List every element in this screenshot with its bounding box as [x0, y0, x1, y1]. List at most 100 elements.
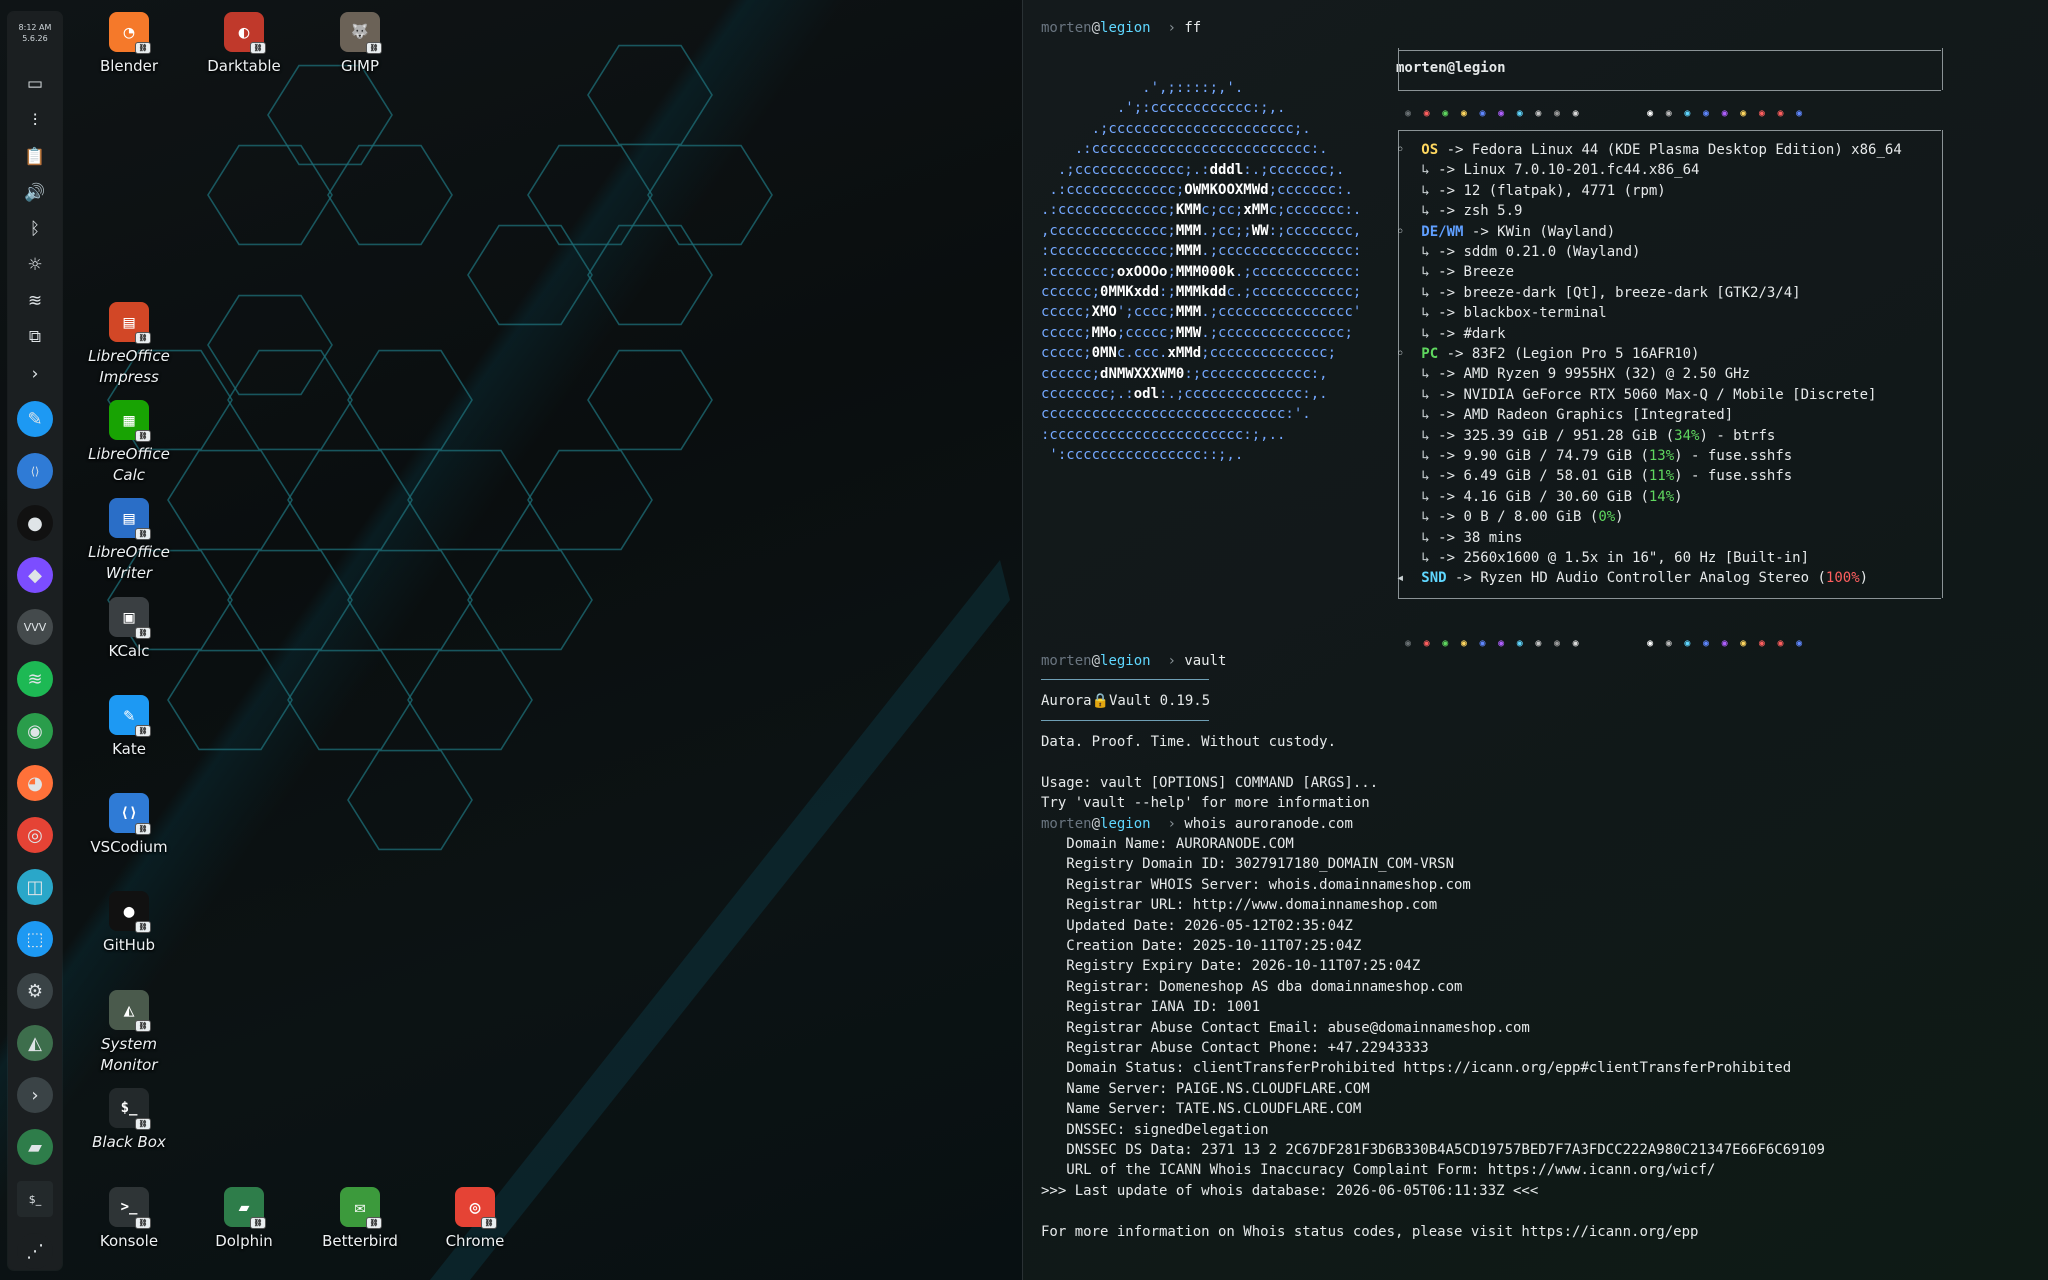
ff-info-row: ↳ -> 38 mins: [1396, 528, 1522, 548]
settings-app-icon[interactable]: ⚙: [17, 973, 53, 1009]
hexagon-decoration: [347, 749, 473, 851]
desktop-icon-chrome[interactable]: ◎ ⛓ Chrome: [420, 1187, 530, 1252]
tree-branch-icon: ↳: [1421, 407, 1439, 424]
palette-dot-icon: ◉: [1796, 638, 1815, 649]
system-monitor-app-icon[interactable]: ◭: [17, 1025, 53, 1061]
hexagon-decoration: [467, 224, 593, 326]
screenshot-app-icon[interactable]: ◫: [17, 869, 53, 905]
desktop-icon-github[interactable]: ● ⛓ GitHub: [74, 891, 184, 956]
fedora-logo-line: .',;::::;,'.: [1041, 80, 1244, 96]
github-app-icon[interactable]: ●: [17, 505, 53, 541]
terminal-window[interactable]: morten@legion › ff .',;::::;,'. .';:cccc…: [1022, 0, 2048, 1280]
clipboard-icon[interactable]: 📋: [18, 140, 52, 174]
color-palette: ◉◉◉◉◉◉◉◉◉◉ ◉◉◉◉◉◉◉◉◉: [1405, 634, 1815, 654]
desktop-icon-vscodium[interactable]: ⟨⟩ ⛓ VSCodium: [74, 793, 184, 858]
palette-dot-icon: ◉: [1684, 108, 1703, 119]
mixer-icon[interactable]: ⫶: [18, 104, 52, 138]
clock-date: 5.6.26: [22, 34, 48, 43]
tree-icon: [1396, 183, 1421, 199]
whois-line: Name Server: PAIGE.NS.CLOUDFLARE.COM: [1041, 1080, 1370, 1097]
vault-usage: Usage: vault [OPTIONS] COMMAND [ARGS]...: [1041, 775, 1379, 791]
palette-dot-icon: ◉: [1777, 638, 1797, 649]
whois-line: Name Server: TATE.NS.CLOUDFLARE.COM: [1041, 1101, 1362, 1118]
ff-row-value: -> 0 B / 8.00 GiB (: [1438, 509, 1599, 526]
tree-branch-icon: ↳: [1421, 162, 1439, 179]
kdeconnect-app-icon[interactable]: ◉: [17, 713, 53, 749]
blackbox-app-icon[interactable]: $_: [17, 1181, 53, 1217]
desktop-icon-black-box[interactable]: $_ ⛓ Black Box: [74, 1088, 184, 1153]
desktop-icon-label: LibreOffice Impress: [88, 347, 170, 386]
volume-icon[interactable]: 🔊: [18, 176, 52, 210]
desktop-icon-label: Betterbird: [322, 1232, 398, 1250]
palette-dot-icon: ◉: [1702, 108, 1722, 119]
tree-icon: ◂: [1396, 570, 1422, 587]
discover-app-icon[interactable]: ⬚: [17, 921, 53, 957]
ff-row-percent: 100%: [1825, 570, 1860, 587]
tree-icon: [1396, 264, 1421, 280]
terminal-arrow-app-icon[interactable]: ›: [17, 1077, 53, 1113]
palette-dot-icon: ◉: [1665, 108, 1685, 119]
panel-clock[interactable]: 8:12 AM 5.6.26: [8, 12, 62, 44]
hexagon-decoration: [347, 349, 473, 451]
vim-app-icon[interactable]: VVV: [17, 609, 53, 645]
desktop-icon-konsole[interactable]: >_ ⛓ Konsole: [74, 1187, 184, 1252]
prompt-host: legion: [1100, 20, 1151, 36]
hexagon-decoration: [407, 649, 533, 751]
prompt-arrow-icon: ›: [1150, 816, 1185, 832]
brightness-icon[interactable]: ☼: [18, 248, 52, 282]
desktop-icon-dolphin[interactable]: ▰ ⛓ Dolphin: [189, 1187, 299, 1252]
tree-branch-icon: ↳: [1421, 529, 1439, 546]
desktop-icon-blender[interactable]: ◔ ⛓ Blender: [74, 12, 184, 77]
tree-branch-icon: ↳: [1421, 182, 1439, 199]
fedora-logo-line: ccccc;XMO';cccc;MMM.;cccccccccccccccc': [1041, 304, 1362, 321]
palette-dot-icon: ◉: [1535, 108, 1554, 119]
ff-row-value: -> blackbox-terminal: [1438, 305, 1607, 322]
palette-dot-icon: ◉: [1777, 108, 1797, 119]
desktop-icon-kate[interactable]: ✎ ⛓ Kate: [74, 695, 184, 760]
dolphin-app-icon[interactable]: ▰: [17, 1129, 53, 1165]
desktop-icon-kcalc[interactable]: ▣ ⛓ KCalc: [74, 597, 184, 662]
fedora-logo-line: ccccc;0MNc.ccc.xMMd;cccccccccccccc;: [1041, 345, 1337, 362]
wifi-icon[interactable]: ≋: [18, 284, 52, 318]
palette-dot-icon: ◉: [1591, 108, 1666, 119]
palette-dot-icon: ◉: [1684, 638, 1703, 649]
kcalc-icon: ▣ ⛓: [109, 597, 151, 639]
tree-branch-icon: ↳: [1421, 509, 1439, 526]
link-badge-icon: ⛓: [135, 1020, 151, 1032]
ff-row-value: -> 6.49 GiB / 58.01 GiB (: [1438, 468, 1649, 485]
libreoffice-calc-icon: ▦ ⛓: [109, 400, 151, 442]
prompt-user: morten: [1041, 816, 1092, 832]
display-icon[interactable]: ⧉: [18, 320, 52, 354]
fedora-logo-line: ,cccccccccccccc;MMM.;cc;;WW:;cccccccc,: [1041, 222, 1362, 239]
tree-icon: [1396, 509, 1421, 525]
launcher-app-icon[interactable]: ⋰: [17, 1233, 53, 1269]
desktop-icon-betterbird[interactable]: ✉ ⛓ Betterbird: [305, 1187, 415, 1252]
desktop-icon-gimp[interactable]: 🐺 ⛓ GIMP: [305, 12, 415, 77]
vscodium-app-icon[interactable]: ⟨⟩: [17, 453, 53, 489]
desktop-icon-darktable[interactable]: ◐ ⛓ Darktable: [189, 12, 299, 77]
link-badge-icon: ⛓: [135, 528, 151, 540]
ff-info-row: ↳ -> sddm 0.21.0 (Wayland): [1396, 242, 1640, 262]
desktop-icon-libreoffice-impress[interactable]: ▤ ⛓ LibreOffice Impress: [74, 302, 184, 388]
ff-info-row: ↳ -> blackbox-terminal: [1396, 303, 1607, 323]
desktop-icon-label: Black Box: [92, 1133, 166, 1151]
tree-branch-icon: ↳: [1421, 550, 1439, 566]
obsidian-app-icon[interactable]: ◆: [17, 557, 53, 593]
ff-row-percent: 34%: [1674, 427, 1700, 444]
tree-icon: ◦: [1396, 223, 1422, 240]
tree-icon: [1396, 326, 1421, 342]
expand-arrow-icon[interactable]: ›: [18, 357, 52, 391]
left-panel: 8:12 AM 5.6.26 ▭ ⫶ 📋 🔊 ᛒ ☼ ≋ ⧉ › ✎ ⟨⟩ ● ◆ VVV ≋ ◉ ◕ ◎ ◫ ⬚ ⚙ ◭…: [8, 12, 62, 1270]
bluetooth-icon[interactable]: ᛒ: [18, 212, 52, 246]
ff-info-row: ↳ -> #dark: [1396, 324, 1505, 344]
ff-info-row: ◂ SND -> Ryzen HD Audio Controller Analo…: [1396, 568, 1868, 588]
tree-branch-icon: ↳: [1421, 366, 1439, 383]
desktop-icon-libreoffice-calc[interactable]: ▦ ⛓ LibreOffice Calc: [74, 400, 184, 486]
spotify-app-icon[interactable]: ≋: [17, 661, 53, 697]
desktop-icon-libreoffice-writer[interactable]: ▤ ⛓ LibreOffice Writer: [74, 498, 184, 584]
firefox-app-icon[interactable]: ◕: [17, 765, 53, 801]
kate-app-icon[interactable]: ✎: [17, 401, 53, 437]
show-desktop-icon[interactable]: ▭: [18, 67, 52, 101]
chrome-app-icon[interactable]: ◎: [17, 817, 53, 853]
desktop-icon-system-monitor[interactable]: ◭ ⛓ System Monitor: [74, 990, 184, 1076]
